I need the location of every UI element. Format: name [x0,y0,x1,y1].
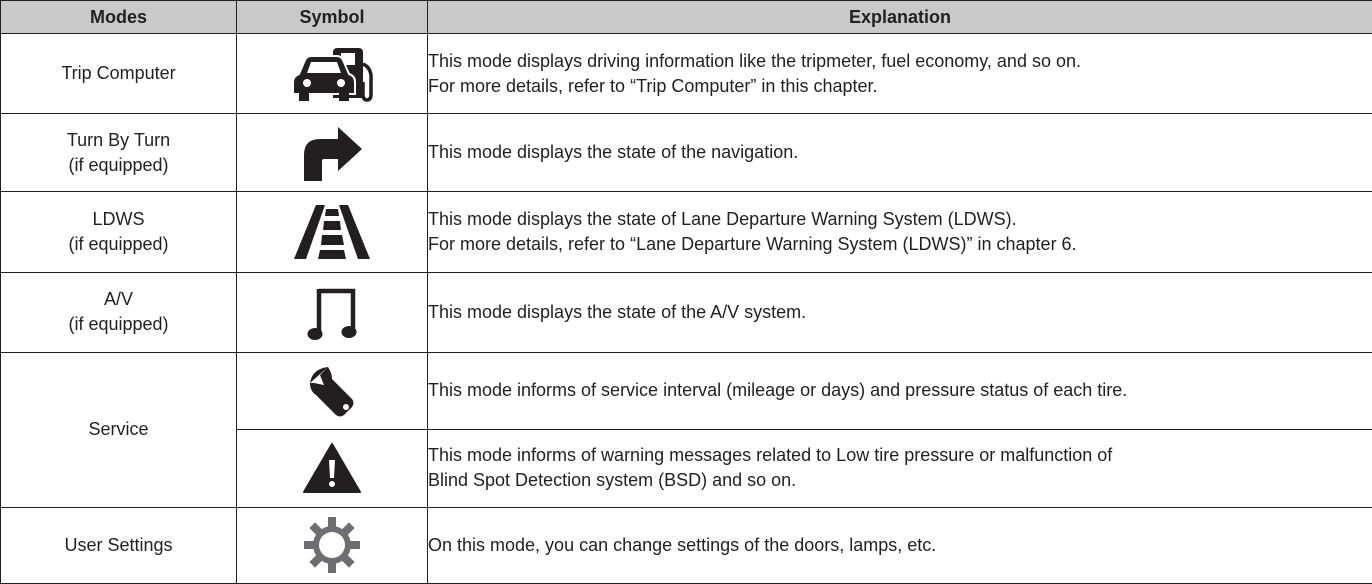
explanation-cell: This mode displays the state of the A/V … [427,271,1372,353]
table-row: Trip Computer This mode displays driving… [0,32,1372,115]
explanation-cell: This mode displays the state of Lane Dep… [427,191,1372,273]
table-row: A/V (if equipped) This mode displays the… [0,271,1372,353]
symbol-cell [236,271,428,353]
mode-cell: Service [0,351,237,508]
symbol-cell [236,32,428,115]
mode-cell: A/V (if equipped) [0,271,237,353]
mode-cell: LDWS (if equipped) [0,191,237,273]
explanation-cell: This mode informs of warning messages re… [427,428,1372,508]
mode-cell: Turn By Turn (if equipped) [0,113,237,193]
table-row: LDWS (if equipped) This mode displays th… [0,191,1372,273]
table-row: Service This mode informs of service int… [0,351,1372,508]
wrench-icon [310,366,354,417]
warning-triangle-icon [303,443,361,494]
header-row: Modes Symbol Explanation [0,0,1372,34]
mode-note: (if equipped) [68,314,169,335]
header-explanation: Explanation [427,0,1372,34]
explanation-line: Blind Spot Detection system (BSD) and so… [428,470,797,491]
modes-table: Modes Symbol Explanation Trip Computer T… [0,0,1372,584]
trip-computer-icon [292,47,373,102]
mode-note: (if equipped) [68,233,169,254]
symbol-cell [236,113,428,193]
mode-note: (if equipped) [68,154,169,175]
explanation-cell: This mode displays driving information l… [427,32,1372,115]
explanation-cell: This mode informs of service interval (m… [427,351,1372,430]
symbol-cell [236,428,428,508]
symbol-cell [236,191,428,273]
explanation-line: For more details, refer to “Lane Departu… [428,233,1077,254]
explanation-cell: This mode displays the state of the navi… [427,113,1372,193]
mode-cell: User Settings [0,506,237,584]
symbol-cell [236,506,428,584]
explanation-line: This mode displays the state of Lane Dep… [428,208,1017,229]
gear-icon [304,517,360,574]
mode-label: User Settings [64,534,173,555]
table-row: User Settings On this mode, you can chan… [0,506,1372,584]
mode-label: A/V [103,289,133,310]
explanation-line: This mode informs of warning messages re… [428,445,1113,466]
mode-label: Trip Computer [61,63,176,84]
table-row: Turn By Turn (if equipped) This mode dis… [0,113,1372,193]
explanation-line: This mode informs of service interval (m… [428,380,1128,401]
explanation-line: This mode displays the state of the navi… [428,142,799,163]
lane-departure-icon [294,204,370,259]
explanation-line: This mode displays driving information l… [428,50,1081,71]
explanation-cell: On this mode, you can change settings of… [427,506,1372,584]
mode-cell: Trip Computer [0,32,237,115]
explanation-line: For more details, refer to “Trip Compute… [428,75,878,96]
mode-label: Service [88,419,149,440]
explanation-line: On this mode, you can change settings of… [428,534,937,555]
explanation-line: This mode displays the state of the A/V … [428,301,807,322]
music-note-icon [307,288,357,341]
header-symbol: Symbol [236,0,428,34]
symbol-cell [236,351,428,430]
header-modes: Modes [0,0,237,34]
turn-arrow-icon [304,126,362,181]
mode-label: Turn By Turn [66,129,171,150]
mode-label: LDWS [92,208,145,229]
